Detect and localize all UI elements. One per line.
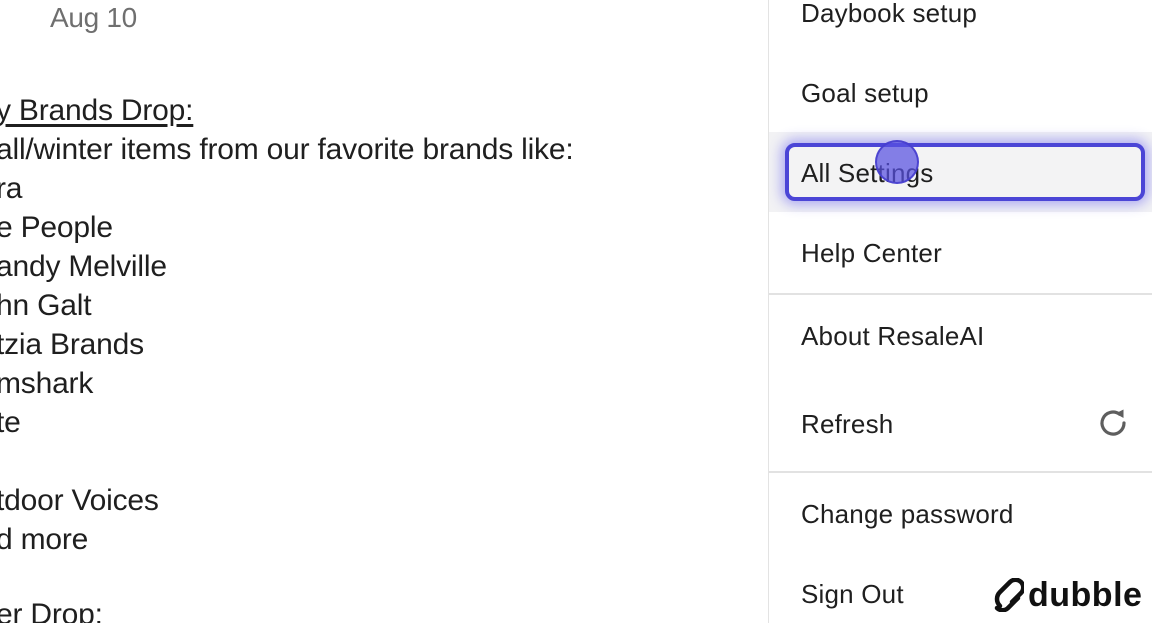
menu-item-label: Change password: [801, 499, 1014, 529]
menu-item-refresh[interactable]: Refresh: [769, 383, 1152, 463]
menu-item-label: Sign Out: [801, 579, 904, 609]
document-area: Aug 10 y Brands Drop: all/winter items f…: [0, 0, 768, 623]
brand-list-item: te: [0, 406, 21, 439]
refresh-icon: [1100, 409, 1126, 436]
brand-list-item: tzia Brands: [0, 328, 144, 361]
next-section-heading: er Drop:: [0, 598, 103, 623]
menu-item-about[interactable]: About ResaleAI: [769, 295, 1152, 375]
brand-list-item: tdoor Voices: [0, 484, 159, 517]
menu-item-label: Help Center: [801, 238, 942, 268]
intro-line: all/winter items from our favorite brand…: [0, 133, 574, 166]
brand-list-item: andy Melville: [0, 250, 167, 283]
dubble-logo-icon: [994, 578, 1024, 612]
section-heading: y Brands Drop:: [0, 94, 194, 127]
brand-name: dubble: [1028, 575, 1143, 614]
brand-list-item: d more: [0, 523, 89, 556]
menu-item-change-password[interactable]: Change password: [769, 473, 1152, 553]
menu-item-label: About ResaleAI: [801, 321, 985, 351]
brand-list-item: ra: [0, 172, 23, 205]
click-cursor-indicator: [875, 140, 919, 184]
dubble-watermark: dubble: [994, 572, 1142, 618]
menu-item-daybook-setup[interactable]: Daybook setup: [769, 0, 1152, 52]
brand-list-item: hn Galt: [0, 289, 92, 322]
document-date: Aug 10: [50, 2, 137, 33]
menu-item-help-center[interactable]: Help Center: [769, 212, 1152, 292]
brand-list-item: e People: [0, 211, 113, 244]
menu-item-goal-setup[interactable]: Goal setup: [769, 52, 1152, 132]
brand-list-item: mshark: [0, 367, 94, 400]
menu-item-label: Goal setup: [801, 78, 929, 108]
menu-item-label: Daybook setup: [801, 0, 978, 28]
menu-item-label: Refresh: [801, 409, 894, 439]
menu-item-all-settings[interactable]: All Settings: [769, 132, 1152, 212]
account-menu: Daybook setup Goal setup All Settings He…: [768, 0, 1152, 623]
